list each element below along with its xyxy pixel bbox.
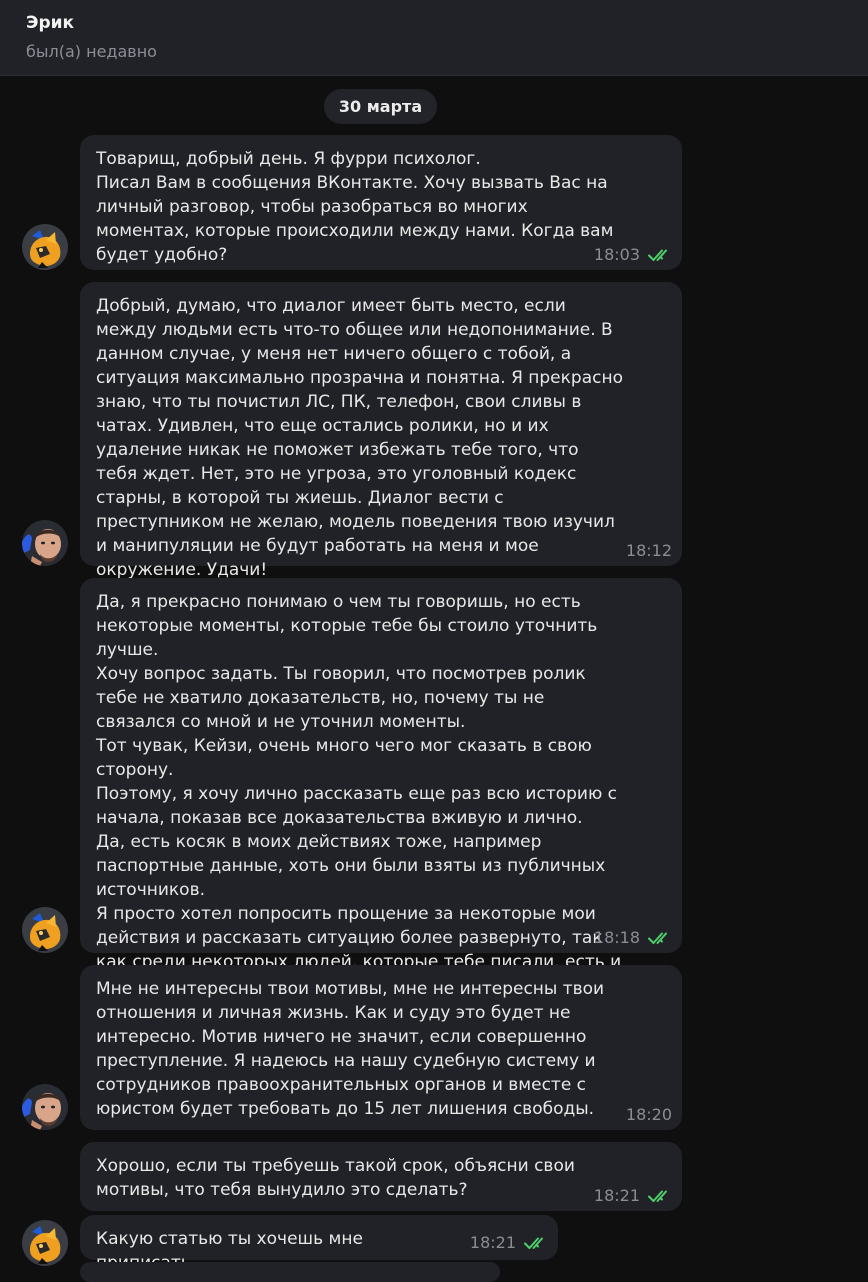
sender-avatar[interactable]	[22, 224, 68, 270]
date-separator: 30 марта	[324, 89, 437, 124]
fox-avatar-icon	[22, 907, 68, 953]
chat-header[interactable]: Эрик был(а) недавно	[0, 0, 868, 76]
read-double-check-icon	[524, 1236, 548, 1250]
message-bubble[interactable]: Какую статью ты хочешь мне приписать 18:…	[80, 1215, 558, 1273]
message-time: 18:18	[593, 928, 640, 947]
message-time: 18:12	[625, 541, 672, 560]
man-avatar-icon	[22, 1084, 68, 1130]
message-time: 18:21	[593, 1186, 640, 1205]
message-bubble[interactable]: Хорошо, если ты требуешь такой срок, объ…	[80, 1142, 682, 1211]
message-time: 18:03	[593, 245, 640, 264]
message-bubble[interactable]: Добрый, думаю, что диалог имеет быть мес…	[80, 282, 682, 580]
contact-avatar[interactable]	[22, 520, 68, 566]
sender-avatar[interactable]	[22, 1220, 68, 1266]
sender-avatar[interactable]	[22, 907, 68, 953]
read-double-check-icon	[648, 1189, 672, 1203]
contact-name: Эрик	[26, 13, 75, 33]
message-bubble[interactable]: Мне не интересны твои мотивы, мне не инт…	[80, 965, 682, 1130]
message-text: Товарищ, добрый день. Я фурри психолог. …	[96, 149, 614, 265]
message-time: 18:20	[625, 1105, 672, 1124]
message-bubble[interactable]: Товарищ, добрый день. Я фурри психолог. …	[80, 135, 682, 270]
fox-avatar-icon	[22, 1220, 68, 1266]
read-double-check-icon	[648, 931, 672, 945]
message-text: Добрый, думаю, что диалог имеет быть мес…	[96, 296, 623, 580]
fox-avatar-icon	[22, 224, 68, 270]
message-text: Да, я прекрасно понимаю о чем ты говориш…	[96, 592, 622, 1020]
contact-avatar[interactable]	[22, 1084, 68, 1130]
message-bubble-partial[interactable]	[80, 1262, 500, 1282]
message-time: 18:21	[469, 1233, 516, 1252]
read-double-check-icon	[648, 248, 672, 262]
message-text: Мне не интересны твои мотивы, мне не инт…	[96, 979, 605, 1119]
contact-status: был(а) недавно	[26, 42, 157, 61]
message-text: Хорошо, если ты требуешь такой срок, объ…	[96, 1156, 575, 1200]
man-avatar-icon	[22, 520, 68, 566]
message-bubble[interactable]: Да, я прекрасно понимаю о чем ты говориш…	[80, 578, 682, 1020]
